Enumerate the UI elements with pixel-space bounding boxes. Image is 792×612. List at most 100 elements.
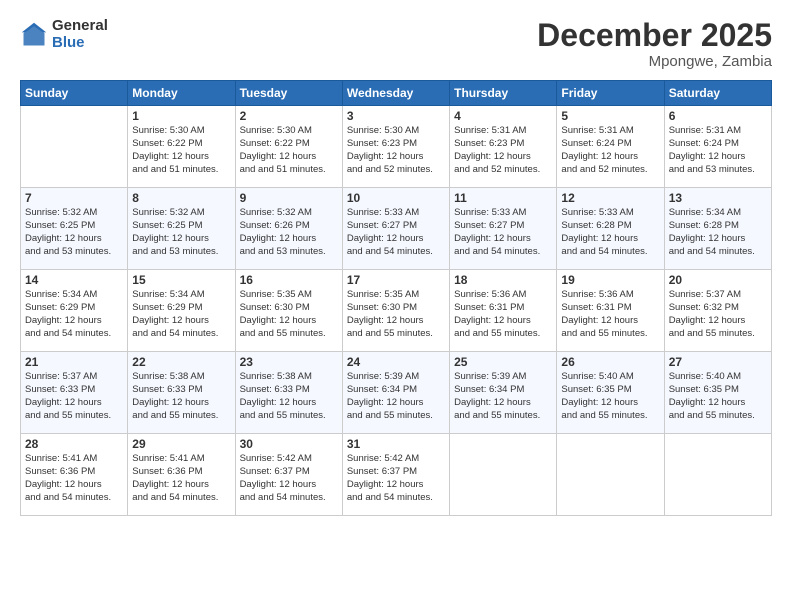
week-row-3: 14 Sunrise: 5:34 AMSunset: 6:29 PMDayligh… bbox=[21, 270, 772, 352]
day-info: Sunrise: 5:35 AMSunset: 6:30 PMDaylight:… bbox=[240, 289, 338, 340]
calendar-cell bbox=[664, 434, 771, 516]
calendar-cell: 9 Sunrise: 5:32 AMSunset: 6:26 PMDaylight… bbox=[235, 188, 342, 270]
calendar-cell: 15 Sunrise: 5:34 AMSunset: 6:29 PMDayligh… bbox=[128, 270, 235, 352]
calendar-cell: 5 Sunrise: 5:31 AMSunset: 6:24 PMDaylight… bbox=[557, 106, 664, 188]
day-info: Sunrise: 5:31 AMSunset: 6:23 PMDaylight:… bbox=[454, 125, 552, 176]
calendar-cell: 10 Sunrise: 5:33 AMSunset: 6:27 PMDayligh… bbox=[342, 188, 449, 270]
calendar-cell: 2Sunrise: 5:30 AMSunset: 6:22 PMDaylight… bbox=[235, 106, 342, 188]
day-number: 22 bbox=[132, 355, 230, 369]
day-number: 21 bbox=[25, 355, 123, 369]
day-info: Sunrise: 5:34 AMSunset: 6:29 PMDaylight:… bbox=[25, 289, 123, 340]
week-row-5: 28Sunrise: 5:41 AMSunset: 6:36 PMDayligh… bbox=[21, 434, 772, 516]
calendar-cell: 26Sunrise: 5:40 AMSunset: 6:35 PMDayligh… bbox=[557, 352, 664, 434]
day-number: 19 bbox=[561, 273, 659, 287]
day-info: Sunrise: 5:37 AMSunset: 6:32 PMDaylight:… bbox=[669, 289, 767, 340]
day-number: 30 bbox=[240, 437, 338, 451]
calendar-cell: 14 Sunrise: 5:34 AMSunset: 6:29 PMDayligh… bbox=[21, 270, 128, 352]
header: General Blue December 2025 Mpongwe, Zamb… bbox=[20, 18, 772, 70]
weekday-header-friday: Friday bbox=[557, 81, 664, 106]
weekday-header-tuesday: Tuesday bbox=[235, 81, 342, 106]
day-info: Sunrise: 5:41 AMSunset: 6:36 PMDaylight:… bbox=[132, 453, 230, 504]
day-number: 7 bbox=[25, 191, 123, 205]
weekday-header-thursday: Thursday bbox=[450, 81, 557, 106]
calendar-cell: 16 Sunrise: 5:35 AMSunset: 6:30 PMDayligh… bbox=[235, 270, 342, 352]
subtitle: Mpongwe, Zambia bbox=[537, 53, 772, 70]
day-info: Sunrise: 5:30 AMSunset: 6:23 PMDaylight:… bbox=[347, 125, 445, 176]
day-info: Sunrise: 5:39 AMSunset: 6:34 PMDaylight:… bbox=[347, 371, 445, 422]
day-number: 5 bbox=[561, 109, 659, 123]
day-number: 23 bbox=[240, 355, 338, 369]
day-number: 29 bbox=[132, 437, 230, 451]
day-info: Sunrise: 5:38 AMSunset: 6:33 PMDaylight:… bbox=[132, 371, 230, 422]
title-area: December 2025 Mpongwe, Zambia bbox=[537, 18, 772, 70]
day-info: Sunrise: 5:37 AMSunset: 6:33 PMDaylight:… bbox=[25, 371, 123, 422]
week-row-2: 7 Sunrise: 5:32 AMSunset: 6:25 PMDaylight… bbox=[21, 188, 772, 270]
day-info: Sunrise: 5:36 AMSunset: 6:31 PMDaylight:… bbox=[454, 289, 552, 340]
day-number: 4 bbox=[454, 109, 552, 123]
day-number: 25 bbox=[454, 355, 552, 369]
calendar-cell: 12 Sunrise: 5:33 AMSunset: 6:28 PMDayligh… bbox=[557, 188, 664, 270]
weekday-header-sunday: Sunday bbox=[21, 81, 128, 106]
logo-icon bbox=[20, 21, 48, 49]
calendar-cell: 24 Sunrise: 5:39 AMSunset: 6:34 PMDayligh… bbox=[342, 352, 449, 434]
calendar-cell: 28Sunrise: 5:41 AMSunset: 6:36 PMDayligh… bbox=[21, 434, 128, 516]
day-info: Sunrise: 5:35 AMSunset: 6:30 PMDaylight:… bbox=[347, 289, 445, 340]
day-number: 24 bbox=[347, 355, 445, 369]
day-number: 31 bbox=[347, 437, 445, 451]
logo-general-text: General bbox=[52, 18, 108, 35]
calendar-cell: 11 Sunrise: 5:33 AMSunset: 6:27 PMDayligh… bbox=[450, 188, 557, 270]
day-info: Sunrise: 5:34 AMSunset: 6:29 PMDaylight:… bbox=[132, 289, 230, 340]
day-info: Sunrise: 5:39 AMSunset: 6:34 PMDaylight:… bbox=[454, 371, 552, 422]
day-number: 26 bbox=[561, 355, 659, 369]
calendar-cell: 8 Sunrise: 5:32 AMSunset: 6:25 PMDaylight… bbox=[128, 188, 235, 270]
day-info: Sunrise: 5:31 AMSunset: 6:24 PMDaylight:… bbox=[561, 125, 659, 176]
calendar-cell: 19 Sunrise: 5:36 AMSunset: 6:31 PMDayligh… bbox=[557, 270, 664, 352]
day-info: Sunrise: 5:32 AMSunset: 6:25 PMDaylight:… bbox=[25, 207, 123, 258]
day-info: Sunrise: 5:33 AMSunset: 6:28 PMDaylight:… bbox=[561, 207, 659, 258]
day-number: 12 bbox=[561, 191, 659, 205]
day-info: Sunrise: 5:40 AMSunset: 6:35 PMDaylight:… bbox=[669, 371, 767, 422]
calendar-cell: 3 Sunrise: 5:30 AMSunset: 6:23 PMDaylight… bbox=[342, 106, 449, 188]
day-number: 3 bbox=[347, 109, 445, 123]
day-info: Sunrise: 5:30 AMSunset: 6:22 PMDaylight:… bbox=[240, 125, 338, 176]
page: General Blue December 2025 Mpongwe, Zamb… bbox=[0, 0, 792, 612]
day-info: Sunrise: 5:33 AMSunset: 6:27 PMDaylight:… bbox=[347, 207, 445, 258]
day-number: 8 bbox=[132, 191, 230, 205]
day-number: 10 bbox=[347, 191, 445, 205]
calendar-cell: 18 Sunrise: 5:36 AMSunset: 6:31 PMDayligh… bbox=[450, 270, 557, 352]
day-info: Sunrise: 5:33 AMSunset: 6:27 PMDaylight:… bbox=[454, 207, 552, 258]
day-info: Sunrise: 5:41 AMSunset: 6:36 PMDaylight:… bbox=[25, 453, 123, 504]
calendar-table: SundayMondayTuesdayWednesdayThursdayFrid… bbox=[20, 80, 772, 516]
calendar-cell: 1 Sunrise: 5:30 AMSunset: 6:22 PMDaylight… bbox=[128, 106, 235, 188]
day-number: 11 bbox=[454, 191, 552, 205]
day-number: 16 bbox=[240, 273, 338, 287]
calendar-cell bbox=[557, 434, 664, 516]
calendar-cell: 25 Sunrise: 5:39 AMSunset: 6:34 PMDayligh… bbox=[450, 352, 557, 434]
day-info: Sunrise: 5:36 AMSunset: 6:31 PMDaylight:… bbox=[561, 289, 659, 340]
day-number: 18 bbox=[454, 273, 552, 287]
calendar-cell: 23 Sunrise: 5:38 AMSunset: 6:33 PMDayligh… bbox=[235, 352, 342, 434]
day-number: 15 bbox=[132, 273, 230, 287]
day-info: Sunrise: 5:34 AMSunset: 6:28 PMDaylight:… bbox=[669, 207, 767, 258]
calendar-cell: 7 Sunrise: 5:32 AMSunset: 6:25 PMDaylight… bbox=[21, 188, 128, 270]
day-number: 9 bbox=[240, 191, 338, 205]
day-info: Sunrise: 5:30 AMSunset: 6:22 PMDaylight:… bbox=[132, 125, 230, 176]
day-info: Sunrise: 5:32 AMSunset: 6:26 PMDaylight:… bbox=[240, 207, 338, 258]
logo-blue-text: Blue bbox=[52, 35, 108, 52]
day-info: Sunrise: 5:32 AMSunset: 6:25 PMDaylight:… bbox=[132, 207, 230, 258]
logo-text: General Blue bbox=[52, 18, 108, 51]
day-info: Sunrise: 5:38 AMSunset: 6:33 PMDaylight:… bbox=[240, 371, 338, 422]
weekday-header-monday: Monday bbox=[128, 81, 235, 106]
calendar-cell: 17 Sunrise: 5:35 AMSunset: 6:30 PMDayligh… bbox=[342, 270, 449, 352]
weekday-header-wednesday: Wednesday bbox=[342, 81, 449, 106]
day-number: 6 bbox=[669, 109, 767, 123]
day-number: 1 bbox=[132, 109, 230, 123]
calendar-cell: 21 Sunrise: 5:37 AMSunset: 6:33 PMDayligh… bbox=[21, 352, 128, 434]
day-number: 17 bbox=[347, 273, 445, 287]
main-title: December 2025 bbox=[537, 18, 772, 53]
weekday-header-row: SundayMondayTuesdayWednesdayThursdayFrid… bbox=[21, 81, 772, 106]
day-number: 27 bbox=[669, 355, 767, 369]
day-number: 14 bbox=[25, 273, 123, 287]
calendar-cell: 4 Sunrise: 5:31 AMSunset: 6:23 PMDaylight… bbox=[450, 106, 557, 188]
calendar-cell: 30Sunrise: 5:42 AMSunset: 6:37 PMDayligh… bbox=[235, 434, 342, 516]
